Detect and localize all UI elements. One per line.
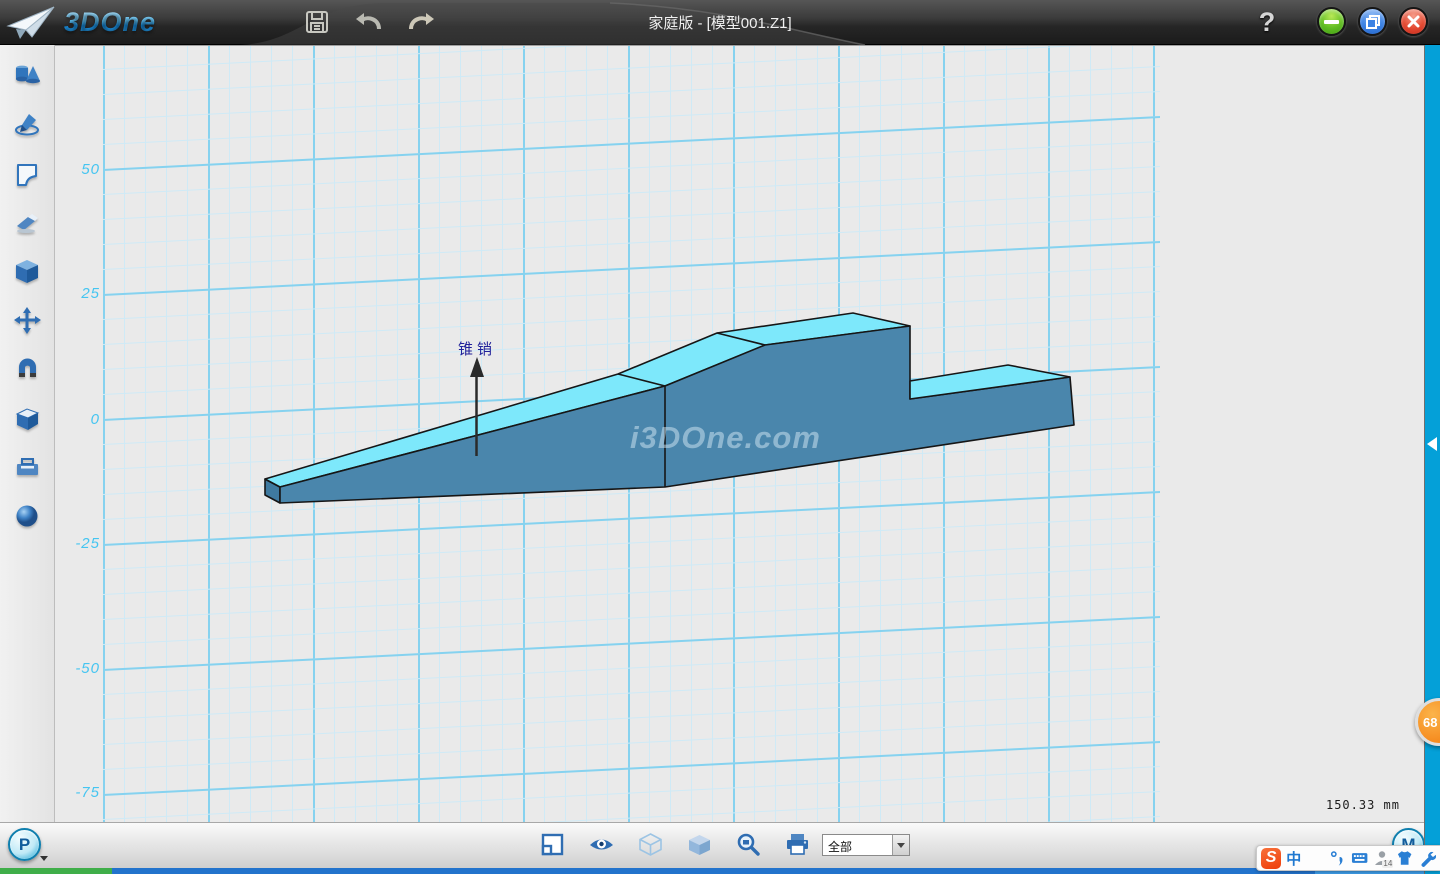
wireframe-view-icon[interactable] [638, 832, 663, 857]
undo-button[interactable] [352, 5, 386, 39]
zoom-search-icon[interactable] [736, 832, 761, 857]
restore-icon [1366, 15, 1380, 29]
ime-skin-shirt-icon[interactable] [1396, 849, 1413, 867]
ime-punctuation-icon[interactable] [1329, 849, 1346, 867]
counter-value: 68 [1423, 715, 1437, 730]
sketch-plane-icon[interactable] [14, 160, 41, 187]
save-button[interactable] [300, 5, 334, 39]
filter-value: 全部 [823, 835, 892, 855]
taskbar-green-segment[interactable] [0, 868, 112, 874]
profile-letter: P [19, 835, 30, 855]
viewport[interactable]: 50 25 0 -25 -50 -75 i3DOne.com 锥销 150.33 [55, 45, 1424, 822]
eraser-icon[interactable] [14, 209, 41, 236]
os-taskbar-sliver [0, 868, 1440, 874]
redo-button[interactable] [404, 5, 438, 39]
combine-icon[interactable] [14, 405, 41, 432]
annotation-arrow-icon [470, 357, 484, 377]
filter-dropdown-button[interactable] [892, 835, 909, 855]
shaded-view-icon[interactable] [687, 832, 712, 857]
move-icon[interactable] [14, 307, 41, 334]
watermark: i3DOne.com [630, 420, 821, 455]
restore-button[interactable] [1358, 7, 1387, 36]
left-toolbar [0, 45, 55, 822]
bottom-toolbar: P [0, 822, 1424, 868]
profile-caret-icon[interactable] [40, 856, 48, 861]
print-icon[interactable] [785, 832, 810, 857]
basic-solids-icon[interactable] [14, 62, 41, 89]
paper-plane-icon [6, 4, 58, 42]
view-plane-icon[interactable] [540, 832, 565, 857]
sketch-icon[interactable] [14, 111, 41, 138]
ime-account-count: 14 [1382, 860, 1393, 868]
toolbox-icon[interactable] [14, 454, 41, 481]
chevron-down-icon [897, 843, 905, 848]
titlebar-swoosh-decoration [0, 0, 1440, 45]
brand-name: 3DOne [64, 7, 156, 38]
close-icon [1407, 15, 1420, 28]
taskbar-blue-segment[interactable] [112, 868, 1315, 874]
titlebar-toolbar [300, 5, 438, 39]
profile-badge[interactable]: P [8, 828, 41, 861]
panel-collapse-arrow-icon[interactable] [1427, 437, 1437, 451]
ime-language-toggle[interactable]: 中 [1286, 848, 1301, 869]
ime-toolbar: S 中 14 [1256, 845, 1440, 871]
right-panel-strip [1424, 45, 1440, 874]
minimize-icon [1324, 20, 1339, 24]
app-logo: 3DOne [6, 2, 156, 43]
display-filter-combo[interactable]: 全部 [822, 834, 910, 856]
ime-fullhalf-moon-icon[interactable] [1306, 849, 1323, 867]
title-bar: 3DOne 家庭版 - [模型001. [0, 0, 1440, 45]
minimize-button[interactable] [1317, 7, 1346, 36]
features-icon[interactable] [14, 258, 41, 285]
material-sphere-icon[interactable] [14, 503, 41, 530]
dimension-readout: 150.33 mm [1326, 798, 1400, 812]
ime-logo[interactable]: S [1261, 848, 1281, 869]
help-button[interactable]: ? [1250, 2, 1284, 42]
model-3d-wedge[interactable]: i3DOne.com 锥销 [55, 46, 1424, 822]
annotation-label: 锥销 [458, 341, 496, 358]
assembly-magnet-icon[interactable] [14, 356, 41, 383]
visibility-eye-icon[interactable] [589, 832, 614, 857]
application-window: 3DOne 家庭版 - [模型001. [0, 0, 1440, 874]
close-button[interactable] [1399, 7, 1428, 36]
ime-account-icon[interactable]: 14 [1373, 849, 1391, 867]
ime-settings-wrench-icon[interactable] [1419, 849, 1436, 867]
ime-soft-keyboard-icon[interactable] [1351, 849, 1368, 867]
